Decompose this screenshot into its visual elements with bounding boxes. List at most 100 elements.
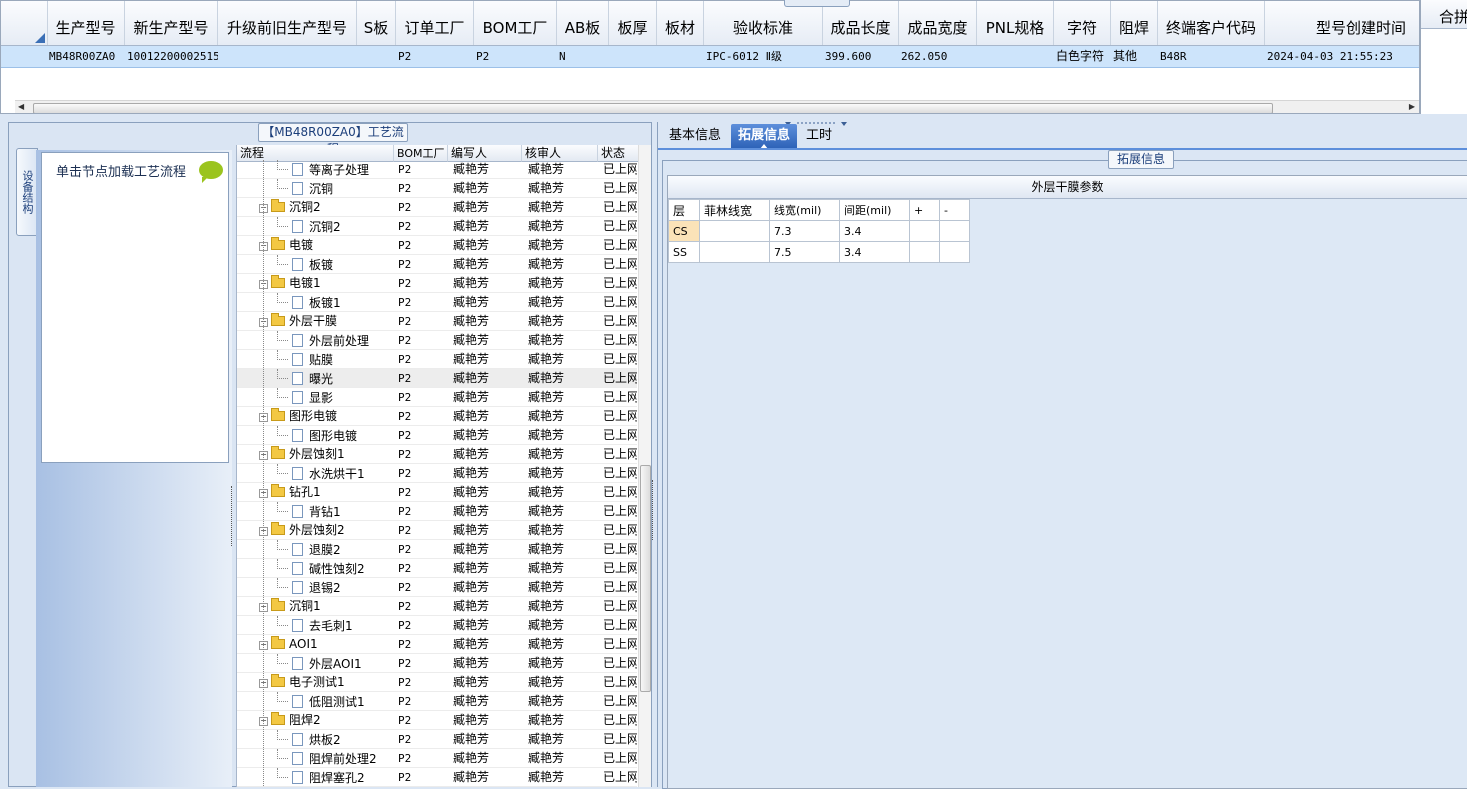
tab-device-structure[interactable]: 设备结构 [16,148,38,236]
tree-node[interactable]: 沉铜 [277,179,333,198]
tree-row[interactable]: 外层前处理 P2 臧艳芳 臧艳芳 已上网 [237,331,637,350]
tree-node[interactable]: 阻焊塞孔2 [277,768,365,787]
tab-extended-info[interactable]: 拓展信息 [731,124,797,149]
col-ab-board[interactable]: AB板 [557,1,609,45]
param-row[interactable]: SS 7.5 3.4 [668,241,970,263]
tree-node[interactable]: − AOI1 [259,635,318,654]
tree-row[interactable]: 沉铜2 P2 臧艳芳 臧艳芳 已上网 [237,217,637,236]
tree-row[interactable]: − 图形电镀 P2 臧艳芳 臧艳芳 已上网 [237,407,637,426]
tree-node[interactable]: − 沉铜2 [259,198,321,217]
tree-node[interactable]: 去毛刺1 [277,616,353,635]
tree-node[interactable]: 显影 [277,388,333,407]
col-prod-model[interactable]: 生产型号 [47,1,125,45]
tree-row[interactable]: − 阻焊2 P2 臧艳芳 臧艳芳 已上网 [237,711,637,730]
table-row[interactable]: MB48R00ZA0 10012200002515 P2 P2 N IPC-60… [1,46,1419,68]
tree-node[interactable]: 低阻测试1 [277,692,365,711]
tree-row[interactable]: − 外层蚀刻1 P2 臧艳芳 臧艳芳 已上网 [237,445,637,464]
tree-node[interactable]: 碱性蚀刻2 [277,559,365,578]
tree-node[interactable]: − 电镀1 [259,274,321,293]
tree-row[interactable]: − 沉铜2 P2 臧艳芳 臧艳芳 已上网 [237,198,637,217]
scroll-left-icon[interactable]: ◀ [18,102,24,111]
tree-node[interactable]: − 阻焊2 [259,711,321,730]
tree-node[interactable]: − 电镀 [259,236,313,255]
tree-node[interactable]: 水洗烘干1 [277,464,365,483]
tree-node[interactable]: 板镀 [277,255,333,274]
tree-node[interactable]: 曝光 [277,369,333,388]
tab-basic-info[interactable]: 基本信息 [662,124,728,148]
tree-node[interactable]: − 外层蚀刻1 [259,445,345,464]
tree-row[interactable]: 贴膜 P2 臧艳芳 臧艳芳 已上网 [237,350,637,369]
tree-node[interactable]: − 沉铜1 [259,597,321,616]
tree-scrollbar-thumb[interactable] [640,465,651,692]
tree-node[interactable]: 贴膜 [277,350,333,369]
param-col-spacing[interactable]: 间距(mil) [839,199,910,221]
tree-row[interactable]: 曝光 P2 臧艳芳 臧艳芳 已上网 [237,369,637,388]
col-width[interactable]: 成品宽度 [899,1,977,45]
param-width[interactable]: 7.5 [769,241,840,263]
tree-row[interactable]: − 电镀1 P2 臧艳芳 臧艳芳 已上网 [237,274,637,293]
col-pnl[interactable]: PNL规格 [977,1,1054,45]
tree-node[interactable]: 板镀1 [277,293,341,312]
tree-row[interactable]: − 电子测试1 P2 臧艳芳 臧艳芳 已上网 [237,673,637,692]
tree-node[interactable]: − 电子测试1 [259,673,345,692]
collapse-handle-middle[interactable] [785,117,847,126]
param-width[interactable]: 7.3 [769,220,840,242]
tree-node[interactable]: − 图形电镀 [259,407,337,426]
tree-row[interactable]: 图形电镀 P2 臧艳芳 臧艳芳 已上网 [237,426,637,445]
tree-row[interactable]: − 外层干膜 P2 臧艳芳 臧艳芳 已上网 [237,312,637,331]
tree-row[interactable]: 碱性蚀刻2 P2 臧艳芳 臧艳芳 已上网 [237,559,637,578]
tree-node[interactable]: 外层前处理 [277,331,369,350]
tree-row[interactable]: 阻焊前处理2 P2 臧艳芳 臧艳芳 已上网 [237,749,637,768]
param-col-film[interactable]: 菲林线宽 [699,199,770,221]
col-s-board[interactable]: S板 [357,1,396,45]
grid-corner[interactable] [1,1,48,45]
col-old-prod-model[interactable]: 升级前旧生产型号 [218,1,357,45]
col-new-prod-model[interactable]: 新生产型号 [125,1,218,45]
tree-row[interactable]: 显影 P2 臧艳芳 臧艳芳 已上网 [237,388,637,407]
tree-node[interactable]: 退锡2 [277,578,341,597]
tree-row[interactable]: − 外层蚀刻2 P2 臧艳芳 臧艳芳 已上网 [237,521,637,540]
col-created[interactable]: 型号创建时间 [1265,1,1419,45]
merge-header[interactable]: 合拼 [1421,0,1467,29]
col-order-factory[interactable]: 订单工厂 [396,1,474,45]
col-char[interactable]: 字符 [1054,1,1111,45]
param-col-width[interactable]: 线宽(mil) [769,199,840,221]
tree-row[interactable]: 板镀1 P2 臧艳芳 臧艳芳 已上网 [237,293,637,312]
col-bom-factory[interactable]: BOM工厂 [474,1,557,45]
tree-node[interactable]: 外层AOI1 [277,654,362,673]
param-spacing[interactable]: 3.4 [839,241,910,263]
col-length[interactable]: 成品长度 [823,1,899,45]
param-spacing[interactable]: 3.4 [839,220,910,242]
tree-row[interactable]: 烘板2 P2 臧艳芳 臧艳芳 已上网 [237,730,637,749]
param-remove-button[interactable]: - [939,199,970,221]
param-add-button[interactable]: + [909,199,940,221]
tree-row[interactable]: 沉铜 P2 臧艳芳 臧艳芳 已上网 [237,179,637,198]
tree-node[interactable]: − 外层干膜 [259,312,337,331]
col-customer-code[interactable]: 终端客户代码 [1158,1,1265,45]
nav-hint[interactable]: 单击节点加载工艺流程 [56,161,186,180]
scrollbar-thumb[interactable] [33,103,1273,113]
tree-node[interactable]: − 外层蚀刻2 [259,521,345,540]
tree-node[interactable]: − 钻孔1 [259,483,321,502]
scroll-right-icon[interactable]: ▶ [1409,102,1415,111]
tree-node[interactable]: 背钻1 [277,502,341,521]
tree-vertical-scrollbar[interactable] [638,145,651,787]
tree-row[interactable]: 板镀 P2 臧艳芳 臧艳芳 已上网 [237,255,637,274]
collapse-handle-top[interactable] [784,0,850,7]
tree-row[interactable]: 去毛刺1 P2 臧艳芳 臧艳芳 已上网 [237,616,637,635]
col-material[interactable]: 板材 [657,1,704,45]
tree-node[interactable]: 烘板2 [277,730,341,749]
col-standard[interactable]: 验收标准 [704,1,823,45]
tree-node[interactable]: 阻焊前处理2 [277,749,377,768]
tree-row[interactable]: − 电镀 P2 臧艳芳 臧艳芳 已上网 [237,236,637,255]
param-col-layer[interactable]: 层 [668,199,700,221]
tree-row[interactable]: 退膜2 P2 臧艳芳 臧艳芳 已上网 [237,540,637,559]
tree-row[interactable]: 外层AOI1 P2 臧艳芳 臧艳芳 已上网 [237,654,637,673]
tree-node[interactable]: 图形电镀 [277,426,357,445]
tree-node[interactable]: 退膜2 [277,540,341,559]
param-row[interactable]: CS 7.3 3.4 [668,220,970,242]
col-thickness[interactable]: 板厚 [609,1,657,45]
horizontal-scrollbar[interactable]: ◀ ▶ [15,100,1419,113]
tab-work-hours[interactable]: 工时 [800,124,838,148]
tree-row[interactable]: 等离子处理 P2 臧艳芳 臧艳芳 已上网 [237,160,637,179]
